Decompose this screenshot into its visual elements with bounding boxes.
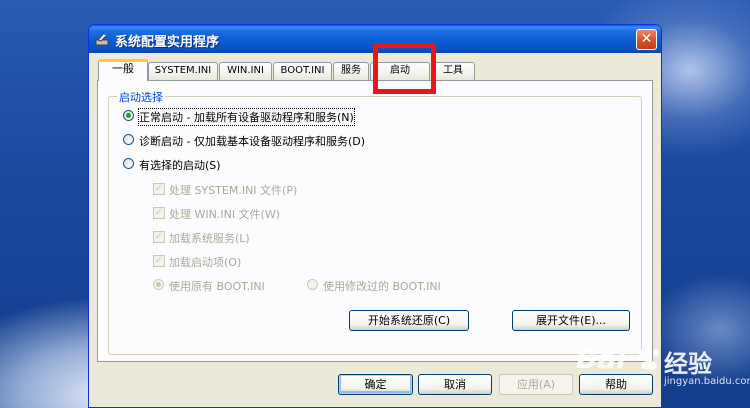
general-tab-panel: 启动选择 正常启动 - 加载所有设备驱动程序和服务(N) 诊断启动 - 仅加载基… — [97, 80, 653, 362]
cancel-button[interactable]: 取消 — [418, 374, 492, 395]
tab-win-ini[interactable]: WIN.INI — [219, 62, 272, 80]
radio-label: 有选择的启动(S) — [139, 159, 221, 172]
checkbox-label: 加载系统服务(L) — [169, 232, 250, 245]
radio-button-icon[interactable] — [123, 158, 134, 169]
checkbox-label: 加载启动项(O) — [169, 256, 242, 269]
radio-button-icon[interactable] — [307, 279, 318, 290]
start-system-restore-button[interactable]: 开始系统还原(C) — [349, 310, 469, 331]
checkbox-label: 处理 WIN.INI 文件(W) — [169, 208, 281, 221]
radio-label: 诊断启动 - 仅加载基本设备驱动程序和服务(D) — [139, 135, 366, 148]
tab-tools[interactable]: 工具 — [431, 62, 475, 80]
close-button[interactable]: ✕ — [636, 29, 657, 50]
checkmark-icon[interactable]: ✓ — [153, 231, 165, 243]
radio-label: 使用原有 BOOT.INI — [169, 280, 265, 293]
baidu-paw-icon — [639, 346, 659, 370]
watermark-logo-text: Bai — [576, 342, 626, 375]
window-title: 系统配置实用程序 — [115, 35, 220, 50]
msconfig-app-icon — [95, 32, 109, 46]
tab-services[interactable]: 服务 — [333, 62, 369, 80]
startup-selection-group: 启动选择 正常启动 - 加载所有设备驱动程序和服务(N) 诊断启动 - 仅加载基… — [108, 89, 642, 355]
tab-boot-ini[interactable]: BOOT.INI — [273, 62, 332, 80]
radio-button-icon[interactable] — [153, 279, 164, 290]
checkbox-label: 处理 SYSTEM.INI 文件(P) — [169, 184, 298, 197]
apply-button[interactable]: 应用(A) — [499, 374, 573, 395]
expand-file-button[interactable]: 展开文件(E)... — [512, 310, 630, 331]
checkmark-icon[interactable]: ✓ — [153, 255, 165, 267]
watermark-brand-text: 经验 — [664, 350, 712, 378]
radio-label: 正常启动 - 加载所有设备驱动程序和服务(N) — [138, 108, 355, 126]
ok-button[interactable]: 确定 — [338, 374, 413, 395]
radio-button-icon[interactable] — [123, 134, 134, 145]
radio-label: 使用修改过的 BOOT.INI — [323, 280, 441, 293]
checkmark-icon[interactable]: ✓ — [153, 183, 165, 195]
startup-tab-highlight-box — [373, 43, 436, 94]
radio-button-icon[interactable] — [123, 110, 134, 121]
tab-system-ini[interactable]: SYSTEM.INI — [148, 62, 218, 80]
group-title: 启动选择 — [117, 89, 165, 105]
watermark-url: jingyan.baidu.com — [664, 376, 750, 387]
tab-general[interactable]: 一般 — [98, 59, 148, 81]
checkmark-icon[interactable]: ✓ — [153, 207, 165, 219]
baidu-jingyan-watermark: Bai 经验 jingyan.baidu.com — [576, 342, 750, 392]
